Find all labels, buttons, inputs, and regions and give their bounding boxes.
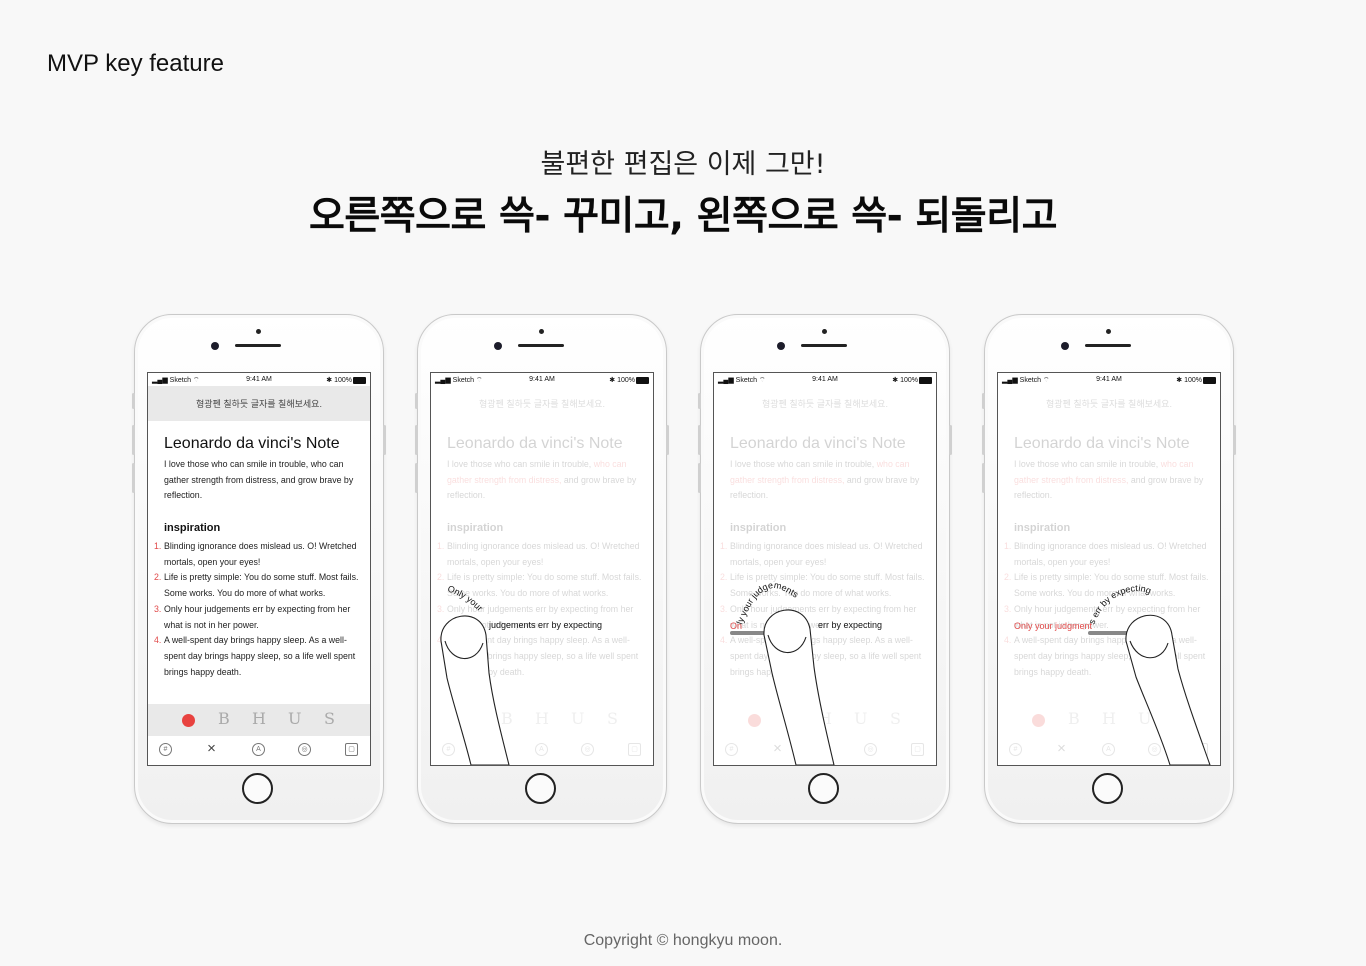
hint-banner: 형광펜 칠하듯 글자를 칠해보세요. bbox=[148, 386, 370, 421]
note-title[interactable]: Leonardo da vinci's Note bbox=[164, 435, 340, 453]
mute-switch bbox=[132, 393, 135, 409]
hashtag-icon[interactable]: # bbox=[159, 743, 172, 756]
power-button bbox=[949, 425, 952, 455]
phone-mockup-4: ▂▄▆ Sketch ⌔ 9:41 AM ✱ 100% 형광펜 칠하듯 글자를 … bbox=[982, 314, 1236, 824]
list-item[interactable]: 4.A well-spent day brings happy sleep. A… bbox=[154, 633, 360, 680]
copyright-footer: Copyright © hongkyu moon. bbox=[583, 932, 783, 949]
battery-percent: ✱ 100% bbox=[326, 377, 352, 384]
app-screen: ▂▄▆ Sketch ⌔ 9:41 AM ✱ 100% 형광펜 칠하듯 글자를 … bbox=[430, 372, 654, 766]
hero-title: 오른쪽으로 쓱- 꾸미고, 왼쪽으로 쓱- 되돌리고 bbox=[309, 194, 1057, 239]
close-icon[interactable]: × bbox=[205, 741, 218, 756]
power-button bbox=[1233, 425, 1236, 455]
proximity-sensor bbox=[822, 329, 827, 334]
note-intro[interactable]: I love those who can smile in trouble, w… bbox=[164, 457, 360, 504]
list-item[interactable]: 1. Blinding ignorance does mislead us. O!… bbox=[154, 539, 360, 570]
gesture-line-text: judgements err by expecting bbox=[488, 620, 602, 630]
volume-down-button bbox=[698, 463, 701, 493]
bottom-bar: # × A ◎ ▢ bbox=[148, 736, 370, 765]
font-icon[interactable]: A bbox=[252, 743, 265, 756]
inspiration-list: 1. Blinding ignorance does mislead us. O!… bbox=[154, 539, 360, 680]
power-button bbox=[666, 425, 669, 455]
earpiece-speaker bbox=[1085, 344, 1131, 347]
swipe-gesture-overlay: Only your judgements err by expecting bbox=[440, 583, 602, 765]
bold-button[interactable]: B bbox=[218, 709, 230, 728]
front-camera bbox=[1061, 342, 1069, 350]
section-heading[interactable]: inspiration bbox=[164, 522, 220, 534]
record-button[interactable] bbox=[182, 714, 195, 727]
heading-button[interactable]: H bbox=[252, 709, 266, 728]
front-camera bbox=[211, 342, 219, 350]
proximity-sensor bbox=[256, 329, 261, 334]
status-bar: ▂▄▆ Sketch ⌔ 9:41 AM ✱ 100% bbox=[148, 373, 370, 386]
app-screen: ▂▄▆ Sketch ⌔ 9:41 AM ✱ 100% 형광펜 칠하듯 글자를 … bbox=[713, 372, 937, 766]
power-button bbox=[383, 425, 386, 455]
volume-down-button bbox=[132, 463, 135, 493]
finger-icon bbox=[440, 615, 510, 765]
volume-down-button bbox=[982, 463, 985, 493]
volume-up-button bbox=[132, 425, 135, 455]
finger-icon bbox=[1125, 614, 1211, 765]
app-screen: ▂▄▆ Sketch ⌔ 9:41 AM ✱ 100% 형광펜 칠하듯 글자를 … bbox=[997, 372, 1221, 766]
underline-button[interactable]: U bbox=[288, 709, 301, 728]
volume-up-button bbox=[415, 425, 418, 455]
front-camera bbox=[494, 342, 502, 350]
phone-mockup-2: ▂▄▆ Sketch ⌔ 9:41 AM ✱ 100% 형광펜 칠하듯 글자를 … bbox=[415, 314, 669, 824]
battery-icon bbox=[353, 377, 366, 384]
mute-switch bbox=[698, 393, 701, 409]
proximity-sensor bbox=[1106, 329, 1111, 334]
app-screen: ▂▄▆ Sketch ⌔ 9:41 AM ✱ 100% 형광펜 칠하듯 글자를 … bbox=[147, 372, 371, 766]
home-button[interactable] bbox=[525, 773, 556, 804]
list-item[interactable]: 3. Only hour judgements err by expecting … bbox=[154, 602, 360, 633]
phone-mockup-3: ▂▄▆ Sketch ⌔ 9:41 AM ✱ 100% 형광펜 칠하듯 글자를 … bbox=[698, 314, 952, 824]
proximity-sensor bbox=[539, 329, 544, 334]
finger-icon bbox=[763, 609, 835, 765]
palette-icon[interactable]: ◎ bbox=[298, 743, 311, 756]
page-label: MVP key feature bbox=[47, 50, 224, 77]
swipe-gesture-overlay: On ly your judgements err by expecting bbox=[730, 580, 882, 765]
earpiece-speaker bbox=[801, 344, 847, 347]
mute-switch bbox=[982, 393, 985, 409]
earpiece-speaker bbox=[235, 344, 281, 347]
volume-up-button bbox=[982, 425, 985, 455]
format-toolbar: B H U S bbox=[148, 704, 370, 736]
mute-switch bbox=[415, 393, 418, 409]
volume-down-button bbox=[415, 463, 418, 493]
gesture-line-text: err by expecting bbox=[818, 620, 882, 630]
swipe-gesture-overlay: Only your judgment s err by expecting bbox=[1014, 583, 1211, 765]
strikethrough-button[interactable]: S bbox=[324, 709, 335, 728]
earpiece-speaker bbox=[518, 344, 564, 347]
clipboard-icon[interactable]: ▢ bbox=[345, 743, 358, 756]
list-item[interactable]: 2. Life is pretty simple: You do some stu… bbox=[154, 570, 360, 601]
gesture-start-text: Only your judgment bbox=[1014, 621, 1093, 631]
home-button[interactable] bbox=[808, 773, 839, 804]
curved-gesture-text: Only your bbox=[446, 583, 485, 613]
home-button[interactable] bbox=[1092, 773, 1123, 804]
phone-mockup-1: ▂▄▆ Sketch ⌔ 9:41 AM ✱ 100% 형광펜 칠하듯 글자를 … bbox=[132, 314, 386, 824]
volume-up-button bbox=[698, 425, 701, 455]
hero-subtitle: 불편한 편집은 이제 그만! bbox=[540, 149, 826, 180]
front-camera bbox=[777, 342, 785, 350]
home-button[interactable] bbox=[242, 773, 273, 804]
